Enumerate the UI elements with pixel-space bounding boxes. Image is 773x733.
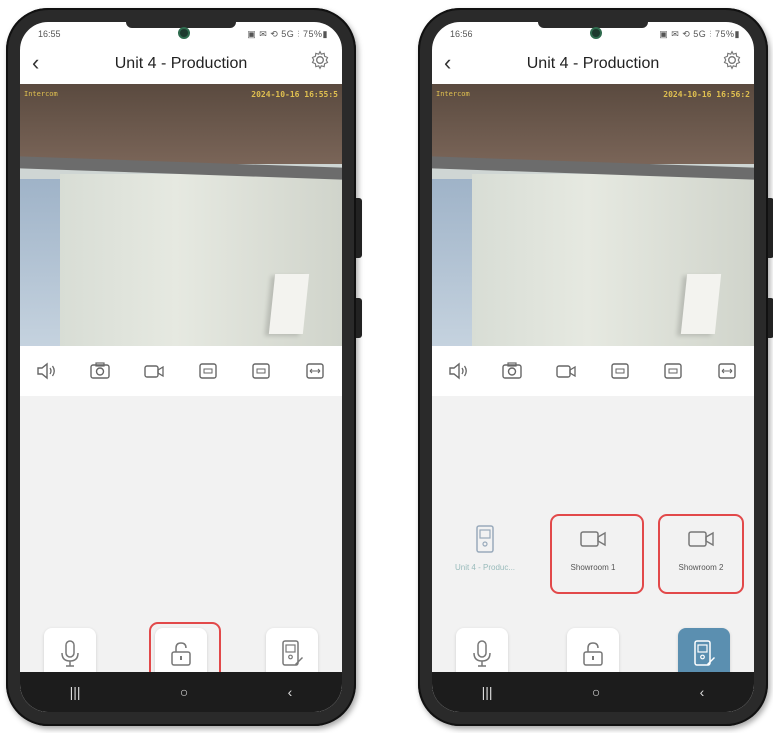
record-icon[interactable] [554, 359, 578, 383]
video-feed[interactable]: Intercom 2024-10-16 16:55:5 [20, 84, 342, 346]
status-icons: ▣ ✉ ⟲ 5G ⫶ 75%▮ [247, 29, 328, 39]
gear-icon[interactable] [310, 50, 330, 70]
speaker-icon[interactable] [447, 359, 471, 383]
home-icon[interactable]: ○ [592, 684, 600, 700]
hd-icon[interactable] [661, 359, 685, 383]
recent-apps-icon[interactable]: ||| [70, 684, 81, 700]
back-icon[interactable]: ‹ [700, 684, 705, 700]
status-time: 16:55 [38, 29, 61, 39]
status-bar: 16:55 ▣ ✉ ⟲ 5G ⫶ 75%▮ [20, 22, 342, 44]
video-toolbar [432, 346, 754, 396]
phone-left: 16:55 ▣ ✉ ⟲ 5G ⫶ 75%▮ ‹ Unit 4 - Product… [6, 8, 362, 726]
content-area: Unit 4 - Produc... Showroom 1 Showroom 2 [432, 396, 754, 712]
unlock-icon [583, 642, 603, 666]
camera-dot-icon [178, 27, 190, 39]
video-window [432, 179, 472, 346]
showroom-1-highlight [550, 514, 644, 594]
android-navbar: ||| ○ ‹ [432, 672, 754, 712]
device-list: Unit 4 - Produc... Showroom 1 Showroom 2 [432, 514, 754, 594]
gear-icon[interactable] [722, 50, 742, 70]
sd-icon[interactable] [196, 359, 220, 383]
power-button [768, 298, 773, 338]
record-icon[interactable] [142, 359, 166, 383]
screen: 16:56 ▣ ✉ ⟲ 5G ⫶ 75%▮ ‹ Unit 4 - Product… [432, 22, 754, 712]
video-paper [268, 274, 310, 334]
video-toolbar [20, 346, 342, 396]
page-title: Unit 4 - Production [526, 55, 660, 72]
volume-button [356, 198, 362, 258]
content-area [20, 396, 342, 712]
app-header: ‹ Unit 4 - Production [20, 44, 342, 84]
hd-icon[interactable] [249, 359, 273, 383]
door-station-icon [282, 640, 303, 666]
snapshot-icon[interactable] [500, 359, 524, 383]
fullscreen-icon[interactable] [715, 359, 739, 383]
sd-icon[interactable] [608, 359, 632, 383]
power-button [356, 298, 362, 338]
screen: 16:55 ▣ ✉ ⟲ 5G ⫶ 75%▮ ‹ Unit 4 - Product… [20, 22, 342, 712]
home-icon[interactable]: ○ [180, 684, 188, 700]
showroom-2-highlight [658, 514, 744, 594]
device-item-unit4[interactable]: Unit 4 - Produc... [442, 524, 528, 584]
osd-timestamp: 2024-10-16 16:55:5 [251, 90, 338, 99]
door-station-icon [476, 525, 494, 553]
app-header: ‹ Unit 4 - Production [432, 44, 754, 84]
door-station-icon [694, 640, 715, 666]
osd-timestamp: 2024-10-16 16:56:2 [663, 90, 750, 99]
back-icon[interactable]: ‹ [288, 684, 293, 700]
fullscreen-icon[interactable] [303, 359, 327, 383]
camera-dot-icon [590, 27, 602, 39]
status-time: 16:56 [450, 29, 473, 39]
speaker-icon[interactable] [35, 359, 59, 383]
video-window [20, 179, 60, 346]
device-label: Unit 4 - Produc... [454, 563, 516, 572]
osd-name: Intercom [24, 90, 58, 98]
android-navbar: ||| ○ ‹ [20, 672, 342, 712]
page-title: Unit 4 - Production [114, 55, 248, 72]
video-feed[interactable]: Intercom 2024-10-16 16:56:2 [432, 84, 754, 346]
microphone-icon [61, 640, 79, 667]
snapshot-icon[interactable] [88, 359, 112, 383]
video-paper [680, 274, 722, 334]
phone-right: 16:56 ▣ ✉ ⟲ 5G ⫶ 75%▮ ‹ Unit 4 - Product… [418, 8, 773, 726]
status-bar: 16:56 ▣ ✉ ⟲ 5G ⫶ 75%▮ [432, 22, 754, 44]
osd-name: Intercom [436, 90, 470, 98]
recent-apps-icon[interactable]: ||| [482, 684, 493, 700]
status-icons: ▣ ✉ ⟲ 5G ⫶ 75%▮ [659, 29, 740, 39]
volume-button [768, 198, 773, 258]
microphone-icon [473, 640, 491, 667]
